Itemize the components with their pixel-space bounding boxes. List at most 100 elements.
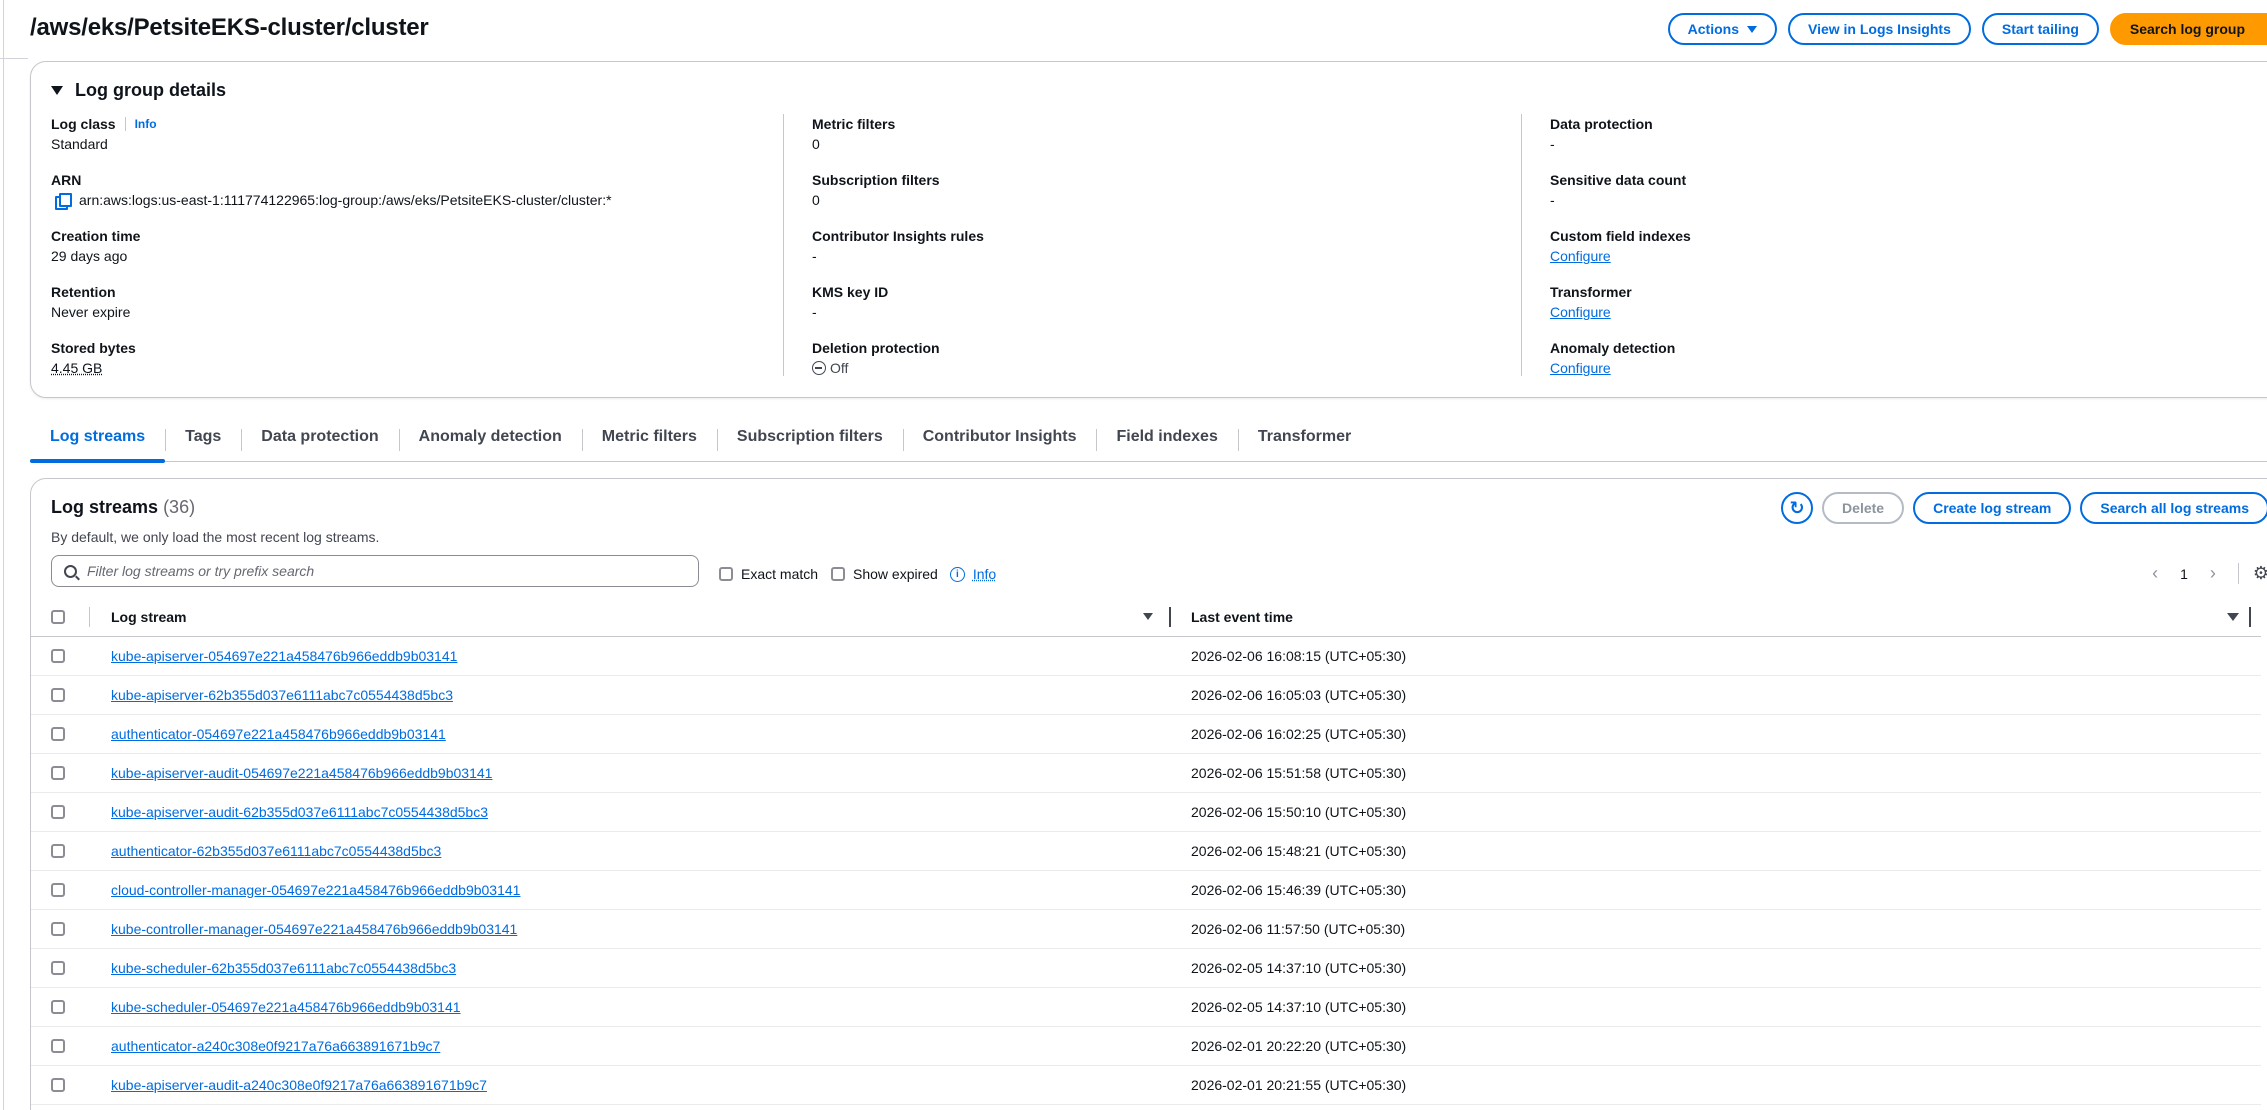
copy-icon[interactable] [55, 193, 72, 210]
row-checkbox[interactable] [51, 844, 65, 858]
tab-contributor-insights[interactable]: Contributor Insights [902, 416, 1097, 462]
chevron-left-icon[interactable]: ‹ [2152, 563, 2158, 584]
tab-tags[interactable]: Tags [165, 416, 241, 462]
tab-log-streams[interactable]: Log streams [30, 416, 166, 463]
search-all-log-streams-button[interactable]: Search all log streams [2080, 492, 2267, 524]
table-row[interactable]: kube-apiserver-audit-62b355d037e6111abc7… [31, 793, 2261, 832]
tab-anomaly-detection[interactable]: Anomaly detection [398, 416, 582, 462]
log-stream-link[interactable]: kube-apiserver-audit-a240c308e0f9217a76a… [111, 1077, 487, 1093]
row-checkbox[interactable] [51, 805, 65, 819]
table-row[interactable]: kube-scheduler-62b355d037e6111abc7c05544… [31, 949, 2261, 988]
show-expired-checkbox[interactable] [831, 567, 845, 581]
column-resizer[interactable] [2249, 607, 2251, 627]
table-row[interactable]: cloud-controller-manager-054697e221a4584… [31, 871, 2261, 910]
filter-input[interactable] [87, 563, 667, 579]
log-stream-link[interactable]: kube-controller-manager-054697e221a45847… [111, 921, 517, 937]
log-stream-link[interactable]: cloud-controller-manager-054697e221a4584… [111, 882, 520, 898]
exact-match-checkbox[interactable] [719, 567, 733, 581]
field-subscription-filters: Subscription filters 0 [812, 170, 1493, 226]
field-label: KMS key ID [812, 284, 889, 300]
log-stream-link[interactable]: kube-apiserver-audit-62b355d037e6111abc7… [111, 804, 488, 820]
table-header: Log stream Last event time [31, 597, 2261, 637]
sort-caret-icon[interactable] [1143, 613, 1153, 620]
pagination: ‹ 1 › ⚙ [2152, 563, 2267, 584]
chevron-right-icon[interactable]: › [2210, 563, 2216, 584]
page-number[interactable]: 1 [2180, 566, 2188, 582]
sort-desc-icon[interactable] [2227, 613, 2239, 621]
column-resizer[interactable] [1169, 607, 1171, 627]
log-stream-link[interactable]: kube-apiserver-62b355d037e6111abc7c05544… [111, 687, 453, 703]
table-row[interactable]: authenticator-a240c308e0f9217a76a6638916… [31, 1027, 2261, 1066]
configure-field-indexes-link[interactable]: Configure [1550, 248, 1611, 264]
row-checkbox[interactable] [51, 1078, 65, 1092]
log-stream-link[interactable]: authenticator-054697e221a458476b966eddb9… [111, 726, 446, 742]
field-label: Stored bytes [51, 340, 136, 356]
table-row[interactable]: kube-apiserver-audit-054697e221a458476b9… [31, 754, 2261, 793]
table-row[interactable]: kube-controller-manager-054697e221a45847… [31, 910, 2261, 949]
start-tailing-button[interactable]: Start tailing [1981, 13, 2099, 45]
last-event-time: 2026-02-06 16:02:25 (UTC+05:30) [1191, 726, 1407, 742]
row-checkbox[interactable] [51, 922, 65, 936]
refresh-icon[interactable]: ↻ [1781, 492, 1814, 524]
log-stream-link[interactable]: authenticator-62b355d037e6111abc7c055443… [111, 843, 441, 859]
configure-transformer-link[interactable]: Configure [1550, 304, 1611, 320]
table-row[interactable]: kube-apiserver-62b355d037e6111abc7c05544… [31, 676, 2261, 715]
table-row[interactable]: authenticator-62b355d037e6111abc7c055443… [31, 832, 2261, 871]
log-streams-panel: Log streams (36) By default, we only loa… [30, 478, 2267, 1110]
row-checkbox[interactable] [51, 961, 65, 975]
stored-bytes-value[interactable]: 4.45 GB [51, 358, 781, 378]
row-checkbox[interactable] [51, 649, 65, 663]
details-title: Log group details [75, 80, 226, 100]
show-expired-label: Show expired [853, 566, 938, 582]
info-link[interactable]: Info [124, 117, 157, 131]
log-stream-link[interactable]: kube-apiserver-audit-054697e221a458476b9… [111, 765, 492, 781]
select-all-checkbox[interactable] [51, 609, 65, 624]
field-log-class: Log class Info Standard [51, 114, 781, 170]
row-checkbox[interactable] [51, 1000, 65, 1014]
view-in-logs-insights-button[interactable]: View in Logs Insights [1787, 13, 1971, 45]
configure-anomaly-detection-link[interactable]: Configure [1550, 360, 1611, 376]
header-log-stream[interactable]: Log stream [111, 609, 186, 625]
header-last-event-time[interactable]: Last event time [1191, 609, 1293, 625]
table-row[interactable]: kube-apiserver-054697e221a458476b966eddb… [31, 637, 2261, 676]
log-stream-link[interactable]: kube-scheduler-054697e221a458476b966eddb… [111, 999, 461, 1015]
log-stream-link[interactable]: authenticator-a240c308e0f9217a76a6638916… [111, 1038, 440, 1054]
gear-icon[interactable]: ⚙ [2237, 563, 2267, 584]
row-checkbox[interactable] [51, 883, 65, 897]
show-expired-checkbox-group[interactable]: Show expired i Info [831, 566, 996, 582]
info-link[interactable]: Info [973, 566, 996, 582]
log-stream-link[interactable]: kube-scheduler-62b355d037e6111abc7c05544… [111, 960, 456, 976]
field-transformer: Transformer Configure [1550, 282, 2241, 338]
deletion-protection-value: Off [830, 360, 849, 376]
table-row[interactable]: kube-apiserver-audit-a240c308e0f9217a76a… [31, 1066, 2261, 1105]
log-group-details-header[interactable]: Log group details [51, 80, 226, 101]
table-row[interactable]: authenticator-054697e221a458476b966eddb9… [31, 715, 2261, 754]
field-label: Custom field indexes [1550, 228, 1691, 244]
row-checkbox[interactable] [51, 766, 65, 780]
delete-button[interactable]: Delete [1822, 492, 1905, 524]
tab-data-protection[interactable]: Data protection [241, 416, 398, 462]
tab-subscription-filters[interactable]: Subscription filters [716, 416, 903, 462]
row-checkbox[interactable] [51, 1039, 65, 1053]
actions-dropdown-button[interactable]: Actions [1667, 13, 1777, 45]
log-stream-link[interactable]: kube-apiserver-054697e221a458476b966eddb… [111, 648, 457, 664]
field-value: 0 [812, 136, 820, 152]
tab-transformer[interactable]: Transformer [1237, 416, 1371, 462]
exact-match-checkbox-group[interactable]: Exact match [719, 566, 818, 582]
field-custom-field-indexes: Custom field indexes Configure [1550, 226, 2241, 282]
row-checkbox[interactable] [51, 688, 65, 702]
collapse-caret-icon[interactable] [51, 86, 63, 95]
details-column-1: Log class Info Standard ARN arn:aws:logs… [51, 114, 781, 394]
tab-metric-filters[interactable]: Metric filters [581, 416, 717, 462]
log-streams-filter[interactable] [51, 555, 699, 587]
create-log-stream-button[interactable]: Create log stream [1913, 492, 2072, 524]
tab-field-indexes[interactable]: Field indexes [1096, 416, 1237, 462]
search-log-group-button[interactable]: Search log group [2109, 13, 2267, 45]
info-icon[interactable]: i [949, 566, 965, 582]
last-event-time: 2026-02-06 16:05:03 (UTC+05:30) [1191, 687, 1407, 703]
field-deletion-protection: Deletion protection Off [812, 338, 1493, 394]
row-checkbox[interactable] [51, 727, 65, 741]
last-event-time: 2026-02-06 15:46:39 (UTC+05:30) [1191, 882, 1407, 898]
table-row[interactable]: kube-scheduler-054697e221a458476b966eddb… [31, 988, 2261, 1027]
log-streams-heading: Log streams [51, 497, 159, 517]
